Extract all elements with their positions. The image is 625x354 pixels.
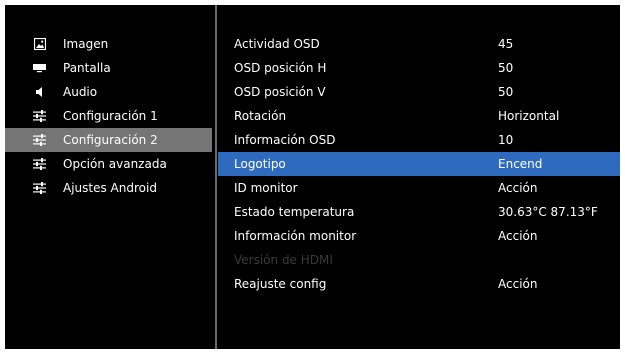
setting-label: Logotipo <box>234 157 286 171</box>
sliders-icon <box>33 158 46 170</box>
sidebar-item-label: Audio <box>63 85 98 99</box>
setting-label: OSD posición H <box>234 61 327 75</box>
setting-value: Encend <box>498 157 543 171</box>
sidebar-item-label: Opción avanzada <box>63 157 167 171</box>
setting-row-actividad-osd[interactable]: Actividad OSD 45 <box>218 32 620 56</box>
setting-label: OSD posición V <box>234 85 326 99</box>
sliders-icon <box>33 182 46 194</box>
setting-value: 50 <box>498 85 514 99</box>
setting-label: Información OSD <box>234 133 336 147</box>
sidebar-item-audio[interactable]: Audio <box>5 80 212 104</box>
panel-divider <box>215 5 217 349</box>
settings-panel: Actividad OSD 45 OSD posición H 50 OSD p… <box>218 32 620 296</box>
setting-row-version-hdmi: Versión de HDMI <box>218 248 620 272</box>
sidebar-item-imagen[interactable]: Imagen <box>5 32 212 56</box>
setting-row-logotipo[interactable]: Logotipo Encend <box>218 152 620 176</box>
speaker-icon <box>33 86 46 98</box>
setting-label: ID monitor <box>234 181 298 195</box>
sliders-icon <box>33 110 46 122</box>
setting-label: Estado temperatura <box>234 205 355 219</box>
setting-value: 45 <box>498 37 514 51</box>
screen-icon <box>33 62 46 74</box>
setting-row-osd-posicion-h[interactable]: OSD posición H 50 <box>218 56 620 80</box>
setting-value: 10 <box>498 133 514 147</box>
setting-label: Rotación <box>234 109 287 123</box>
setting-label: Reajuste config <box>234 277 327 291</box>
setting-row-reajuste-config[interactable]: Reajuste config Acción <box>218 272 620 296</box>
setting-row-rotacion[interactable]: Rotación Horizontal <box>218 104 620 128</box>
setting-row-id-monitor[interactable]: ID monitor Acción <box>218 176 620 200</box>
sidebar-item-configuracion-1[interactable]: Configuración 1 <box>5 104 212 128</box>
sidebar-item-label: Ajustes Android <box>63 181 157 195</box>
sidebar-item-ajustes-android[interactable]: Ajustes Android <box>5 176 212 200</box>
setting-value: Horizontal <box>498 109 560 123</box>
setting-label: Versión de HDMI <box>234 253 333 267</box>
sidebar-item-pantalla[interactable]: Pantalla <box>5 56 212 80</box>
setting-row-informacion-monitor[interactable]: Información monitor Acción <box>218 224 620 248</box>
setting-row-informacion-osd[interactable]: Información OSD 10 <box>218 128 620 152</box>
setting-label: Información monitor <box>234 229 357 243</box>
image-icon <box>33 38 46 50</box>
setting-row-osd-posicion-v[interactable]: OSD posición V 50 <box>218 80 620 104</box>
sidebar-item-label: Configuración 2 <box>63 133 158 147</box>
setting-row-estado-temperatura[interactable]: Estado temperatura 30.63°C 87.13°F <box>218 200 620 224</box>
osd-menu: Imagen Pantalla Audio Configuración 1 Co… <box>5 5 620 349</box>
sidebar-menu: Imagen Pantalla Audio Configuración 1 Co… <box>5 32 215 200</box>
sidebar-item-label: Imagen <box>63 37 109 51</box>
setting-label: Actividad OSD <box>234 37 320 51</box>
setting-value: 30.63°C 87.13°F <box>498 205 598 219</box>
sliders-icon <box>33 134 46 146</box>
setting-value: 50 <box>498 61 514 75</box>
sidebar-item-label: Pantalla <box>63 61 111 75</box>
setting-value: Acción <box>498 181 538 195</box>
setting-value: Acción <box>498 277 538 291</box>
sidebar-item-label: Configuración 1 <box>63 109 158 123</box>
sidebar-item-opcion-avanzada[interactable]: Opción avanzada <box>5 152 212 176</box>
sidebar-item-configuracion-2[interactable]: Configuración 2 <box>5 128 212 152</box>
setting-value: Acción <box>498 229 538 243</box>
